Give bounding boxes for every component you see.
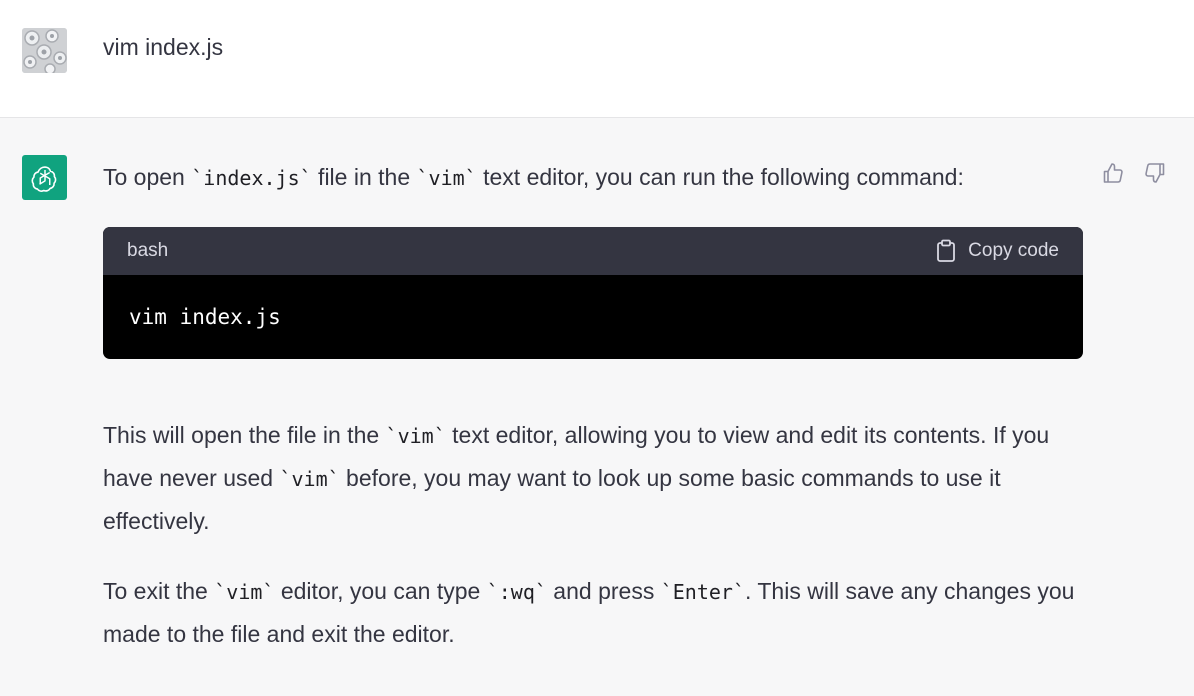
inline-code-vim: `vim`: [214, 580, 275, 604]
thumbs-up-button[interactable]: [1099, 159, 1127, 187]
para2-text-2: editor, you can type: [274, 578, 487, 604]
feedback-buttons: [1099, 159, 1169, 187]
thumbs-up-icon: [1103, 163, 1123, 183]
code-block-header: bash Copy code: [103, 227, 1083, 275]
user-avatar: [22, 28, 67, 73]
user-avatar-image: [22, 28, 67, 73]
intro-text-1: To open: [103, 164, 192, 190]
user-message-row: vim index.js: [0, 0, 1194, 118]
assistant-paragraph-1: This will open the file in the `vim` tex…: [103, 414, 1088, 542]
clipboard-icon: [937, 239, 956, 262]
assistant-intro-paragraph: To open `index.js` file in the `vim` tex…: [103, 156, 1088, 199]
copy-code-label: Copy code: [968, 240, 1059, 261]
thumbs-down-button[interactable]: [1141, 159, 1169, 187]
para1-text-1: This will open the file in the: [103, 422, 386, 448]
assistant-avatar: [22, 155, 67, 200]
code-language-label: bash: [127, 240, 169, 261]
inline-code-vim: `vim`: [416, 166, 477, 190]
assistant-paragraph-2: To exit the `vim` editor, you can type `…: [103, 570, 1088, 655]
thumbs-down-icon: [1145, 163, 1165, 183]
para2-text-3: and press: [546, 578, 661, 604]
openai-logo-icon: [31, 165, 56, 192]
user-message-text: vim index.js: [103, 34, 224, 60]
copy-code-button[interactable]: Copy code: [936, 239, 1059, 263]
intro-text-2: file in the: [311, 164, 417, 190]
assistant-message-row: To open `index.js` file in the `vim` tex…: [0, 119, 1194, 696]
inline-code-wq: `:wq`: [486, 580, 547, 604]
inline-code-enter: `Enter`: [660, 580, 746, 604]
code-content: vim index.js: [129, 305, 281, 329]
para2-text-1: To exit the: [103, 578, 215, 604]
intro-text-3: text editor, you can run the following c…: [476, 164, 964, 190]
code-block: bash Copy code vim index.js: [103, 227, 1083, 359]
inline-code-vim: `vim`: [279, 467, 340, 491]
inline-code-index-js: `index.js`: [191, 166, 312, 190]
inline-code-vim: `vim`: [385, 424, 446, 448]
